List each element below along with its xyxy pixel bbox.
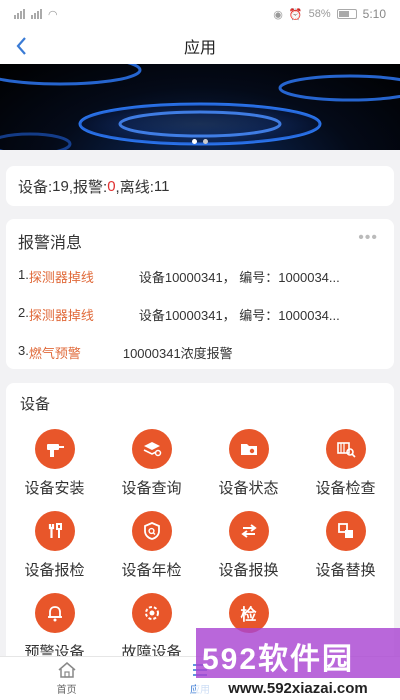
alarm-item[interactable]: 1. 探测器掉线 设备10000341， 编号：1000034... — [18, 267, 340, 286]
drill-icon — [34, 429, 75, 469]
more-options-button[interactable]: ••• — [358, 229, 378, 247]
carousel-dot-1[interactable] — [192, 139, 197, 144]
replace-icon — [325, 511, 366, 551]
offline-count: 11 — [153, 177, 170, 195]
signal-icon-2 — [31, 9, 42, 19]
alarm-index: 2. — [18, 305, 29, 320]
folder-status-icon — [228, 429, 269, 469]
carousel-dot-2[interactable] — [203, 139, 208, 144]
tile-label: 设备查询 — [121, 480, 182, 497]
tile-label: 设备状态 — [218, 480, 279, 497]
eye-icon: ◉ — [273, 8, 283, 21]
home-icon — [58, 662, 76, 678]
alarm-index: 3. — [18, 343, 29, 358]
tab-home[interactable]: 首页 — [0, 657, 133, 700]
wrench-icon — [34, 511, 75, 551]
chevron-left-icon — [16, 37, 26, 55]
device-stats-card: 设备: 19 ,报警: 0 ,离线: 11 — [6, 166, 394, 206]
alarm-count: 0 — [107, 177, 116, 195]
layers-search-icon — [131, 429, 172, 469]
page-title: 应用 — [183, 40, 216, 57]
inspect-glyph: 检 — [240, 607, 257, 624]
battery-percent: 58% — [308, 8, 331, 20]
wifi-icon: ◠ — [48, 8, 58, 21]
alarm-section-title: 报警消息 — [18, 235, 83, 252]
watermark-band: 592软件园 — [196, 628, 400, 678]
alarm-index: 1. — [18, 267, 29, 282]
shield-search-icon — [131, 511, 172, 551]
status-bar: ◠ ◉ ⏰ 58% 5:10 — [0, 0, 400, 28]
devices-section-title: 设备 — [20, 396, 51, 413]
tile-device-annual-check[interactable]: 设备年检 — [103, 511, 200, 589]
inspect-search-icon — [325, 429, 366, 469]
battery-icon — [336, 9, 357, 19]
alarm-type: 探测器掉线 — [28, 270, 94, 285]
watermark-logo-text: 592软件园 — [202, 643, 355, 676]
back-button[interactable] — [14, 32, 38, 60]
clock-time: 5:10 — [362, 7, 386, 21]
bell-icon — [34, 593, 75, 633]
device-count: 19 — [52, 177, 69, 195]
signal-icon — [14, 9, 25, 19]
tile-device-replace[interactable]: 设备替换 — [297, 511, 394, 589]
tile-device-query[interactable]: 设备查询 — [103, 429, 200, 507]
site-watermark: 592软件园 www.592xiazai.com — [196, 628, 400, 700]
tile-device-install[interactable]: 设备安装 — [6, 429, 103, 507]
carousel-dots — [0, 139, 400, 144]
tile-label: 设备报换 — [218, 562, 279, 579]
tile-label: 设备报检 — [24, 562, 85, 579]
swap-icon — [228, 511, 269, 551]
alarm-messages-card: 报警消息 ••• 1. 探测器掉线 设备10000341， 编号：1000034… — [6, 219, 394, 369]
alarm-type: 探测器掉线 — [28, 308, 94, 323]
banner-carousel[interactable] — [0, 64, 400, 150]
alarm-description: 设备10000341， 编号：1000034... — [138, 270, 340, 285]
gear-broken-icon — [131, 593, 172, 633]
watermark-url: www.592xiazai.com — [196, 678, 400, 700]
tile-device-status[interactable]: 设备状态 — [200, 429, 297, 507]
tile-label: 设备安装 — [24, 480, 85, 497]
alarm-item[interactable]: 2. 探测器掉线 设备10000341， 编号：1000034... — [18, 305, 340, 324]
device-label: 设备: — [18, 178, 53, 196]
tile-label: 设备年检 — [121, 562, 182, 579]
tab-home-label: 首页 — [56, 685, 77, 696]
tile-label: 设备检查 — [315, 480, 376, 497]
tile-device-report-swap[interactable]: 设备报换 — [200, 511, 297, 589]
devices-section: 设备 设备安装 设备查询 设备状态 设备检查 设备报检 设备年检 设备报换 设备… — [6, 383, 394, 663]
alarm-clock-icon: ⏰ — [288, 8, 303, 21]
alarm-type: 燃气预警 — [28, 346, 81, 361]
alarm-item[interactable]: 3. 燃气预警 10000341浓度报警 — [18, 343, 233, 362]
alarm-description: 10000341浓度报警 — [122, 346, 233, 361]
tile-label: 设备替换 — [315, 562, 376, 579]
nav-bar: 应用 — [0, 28, 400, 64]
tile-device-check[interactable]: 设备检查 — [297, 429, 394, 507]
tile-device-report-check[interactable]: 设备报检 — [6, 511, 103, 589]
inspect-badge-icon: 检 — [228, 593, 269, 633]
alarm-description: 设备10000341， 编号：1000034... — [138, 308, 340, 323]
offline-label: ,离线: — [115, 178, 154, 196]
gas-flame-image — [0, 64, 400, 150]
alarm-label: ,报警: — [68, 178, 108, 196]
